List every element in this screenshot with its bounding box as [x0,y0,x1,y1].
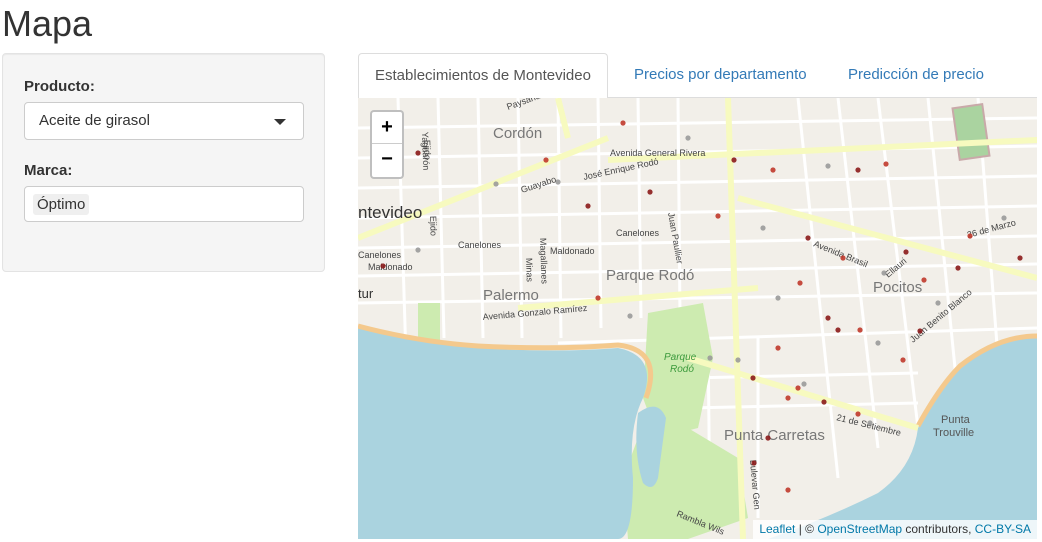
establishment-marker[interactable] [775,295,781,301]
establishment-marker[interactable] [797,280,803,286]
establishment-marker[interactable] [493,181,499,187]
label-ejido-2: Ejido [428,216,439,236]
label-magallanes: Magallanes [538,238,550,285]
establishment-marker[interactable] [1001,215,1007,221]
establishment-marker[interactable] [857,327,863,333]
establishment-marker[interactable] [765,435,771,441]
establishment-marker[interactable] [955,265,961,271]
establishment-marker[interactable] [760,225,766,231]
establishment-marker[interactable] [835,327,841,333]
stadium-field [951,103,991,161]
establishment-marker[interactable] [647,189,653,195]
establishment-marker[interactable] [921,277,927,283]
label-maldonado-1: Maldonado [550,246,595,256]
tab-prediccion-de-precio[interactable]: Predicción de precio [832,53,1000,98]
establishment-marker[interactable] [967,233,973,239]
attribution-contributors: contributors, [902,522,975,536]
marca-label: Marca: [24,162,73,179]
label-punta: Punta [941,414,971,426]
map-tiles: Cordón ntevideo Parque Rodó Palermo Poci… [358,98,1037,539]
establishment-marker[interactable] [1017,255,1023,261]
label-cordon: Cordón [493,125,542,142]
label-parque-rodo: Parque Rodó [606,267,694,284]
establishment-marker[interactable] [821,399,827,405]
establishment-marker[interactable] [627,313,633,319]
establishment-marker[interactable] [805,235,811,241]
establishment-marker[interactable] [840,255,846,261]
chevron-down-icon [274,119,286,125]
establishment-marker[interactable] [825,163,831,169]
map-attribution: Leaflet | © OpenStreetMap contributors, … [753,520,1037,539]
sidebar-panel: Producto: Aceite de girasol Marca: Óptim… [2,53,325,272]
zoom-out-button[interactable]: − [372,144,402,176]
establishment-marker[interactable] [715,213,721,219]
zoom-in-button[interactable]: + [372,112,402,144]
attribution-sep: | © [795,522,818,536]
establishment-marker[interactable] [770,167,776,173]
tab-establecimientos[interactable]: Establecimientos de Montevideo [358,53,608,99]
establishment-marker[interactable] [785,487,791,493]
label-montevideo: ntevideo [358,203,422,222]
label-canelones-1: Canelones [616,228,660,238]
establishment-marker[interactable] [917,328,923,334]
establishment-marker[interactable] [595,295,601,301]
label-av-general-rivera: Avenida General Rivera [610,148,705,158]
tab-bar: Establecimientos de Montevideo Precios p… [358,53,1037,99]
label-trouville: Trouville [933,427,974,439]
establishment-marker[interactable] [801,381,807,387]
establishment-marker[interactable] [855,167,861,173]
establishment-marker[interactable] [883,161,889,167]
label-minas: Minas [524,258,535,283]
establishment-marker[interactable] [795,385,801,391]
establishment-marker[interactable] [751,460,757,466]
page-title: Mapa [2,3,93,44]
establishment-marker[interactable] [785,395,791,401]
establishment-marker[interactable] [735,357,741,363]
zoom-control: + − [370,110,404,179]
establishment-marker[interactable] [380,263,386,269]
leaflet-link[interactable]: Leaflet [759,522,795,536]
label-palermo: Palermo [483,287,539,304]
label-ejido-1: Ejido [422,140,433,160]
producto-select[interactable]: Aceite de girasol [24,102,304,140]
establishment-marker[interactable] [620,120,626,126]
map-container[interactable]: Cordón ntevideo Parque Rodó Palermo Poci… [358,98,1037,539]
label-parque-green: Parque [664,352,697,363]
producto-label: Producto: [24,78,95,95]
marca-chip[interactable]: Óptimo [33,194,90,215]
establishment-marker[interactable] [555,179,561,185]
water-bay [358,328,648,539]
osm-link[interactable]: OpenStreetMap [817,522,902,536]
establishment-marker[interactable] [731,157,737,163]
establishment-marker[interactable] [775,345,781,351]
palermo-park [418,303,440,341]
establishment-marker[interactable] [875,340,881,346]
establishment-marker[interactable] [543,157,549,163]
establishment-marker[interactable] [707,355,713,361]
producto-selected-value: Aceite de girasol [39,112,150,129]
establishment-marker[interactable] [903,249,909,255]
label-pocitos: Pocitos [873,279,922,296]
establishment-marker[interactable] [585,203,591,209]
tab-precios-por-departamento[interactable]: Precios por departamento [618,53,823,98]
label-maldonado-2: Maldonado [368,262,413,272]
establishment-marker[interactable] [900,357,906,363]
establishment-marker[interactable] [415,247,421,253]
label-canelones-2: Canelones [458,240,502,250]
establishment-marker[interactable] [750,375,756,381]
license-link[interactable]: CC-BY-SA [975,522,1031,536]
label-canelones-3: Canelones [358,250,402,260]
establishment-marker[interactable] [867,420,873,426]
marca-select[interactable]: Óptimo [24,186,304,222]
establishment-marker[interactable] [935,300,941,306]
label-tur: tur [358,286,374,301]
establishment-marker[interactable] [415,150,421,156]
establishment-marker[interactable] [825,315,831,321]
label-punta-carretas: Punta Carretas [724,427,825,444]
establishment-marker[interactable] [881,270,887,276]
label-rodo-green: Rodó [670,364,694,375]
establishment-marker[interactable] [855,411,861,417]
establishment-marker[interactable] [685,135,691,141]
